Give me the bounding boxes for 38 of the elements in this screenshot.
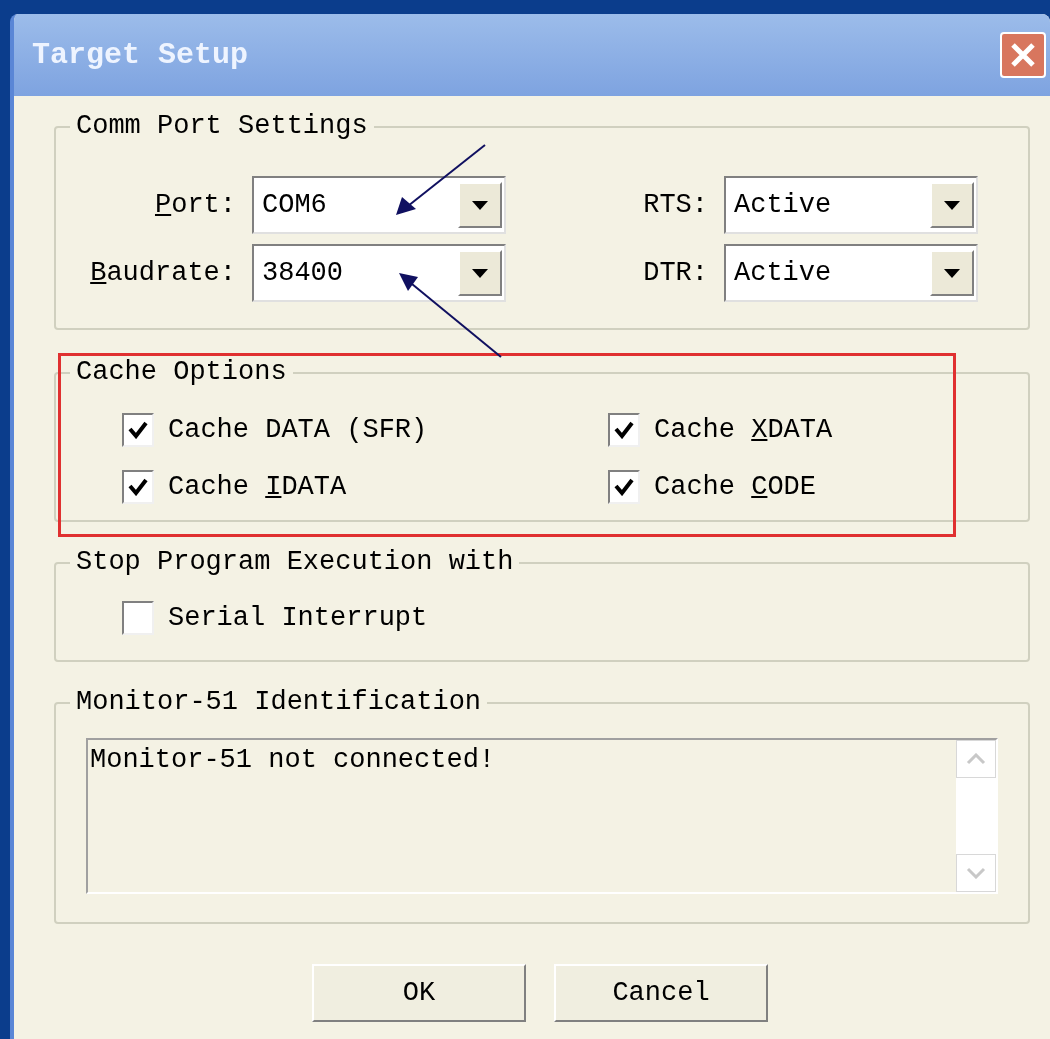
chevron-down-icon	[966, 867, 986, 879]
close-icon	[1010, 42, 1036, 68]
dropdown-arrow-button[interactable]	[458, 250, 502, 296]
caret-down-icon	[472, 268, 488, 278]
caret-down-icon	[944, 268, 960, 278]
chevron-up-icon	[966, 753, 986, 765]
checkmark-icon	[128, 477, 148, 496]
text-area[interactable]: Monitor-51 not connected!	[86, 738, 998, 894]
caret-down-icon	[472, 200, 488, 210]
dropdown[interactable]: Active	[724, 244, 978, 302]
dropdown[interactable]: COM6	[252, 176, 506, 234]
window-title: Target Setup	[32, 36, 249, 74]
dropdown[interactable]: 38400	[252, 244, 506, 302]
field-label: DTR:	[643, 256, 708, 290]
checkbox-label[interactable]: Cache IDATA	[168, 466, 347, 507]
field-label: Baudrate:	[90, 256, 236, 290]
checkbox[interactable]	[608, 413, 640, 448]
checkmark-icon	[128, 421, 148, 440]
checkbox-label[interactable]: Cache XDATA	[654, 410, 833, 451]
field-label: Port:	[155, 188, 236, 222]
checkbox[interactable]	[122, 469, 154, 504]
checkbox[interactable]	[122, 601, 154, 636]
caret-down-icon	[944, 200, 960, 210]
checkbox[interactable]	[608, 469, 640, 504]
checkbox-label[interactable]: Cache CODE	[654, 466, 817, 507]
dropdown-arrow-button[interactable]	[930, 250, 974, 296]
dialog-button[interactable]: Cancel	[554, 964, 768, 1022]
checkbox-label[interactable]: Serial Interrupt	[168, 598, 428, 639]
dropdown-arrow-button[interactable]	[458, 182, 502, 228]
close-button[interactable]	[1000, 32, 1046, 78]
dropdown[interactable]: Active	[724, 176, 978, 234]
dialog-button[interactable]: OK	[312, 964, 526, 1022]
field-label: RTS:	[643, 188, 708, 222]
checkbox[interactable]	[122, 413, 154, 448]
checkmark-icon	[614, 421, 634, 440]
checkmark-icon	[614, 477, 634, 496]
dropdown-arrow-button[interactable]	[930, 182, 974, 228]
checkbox-label[interactable]: Cache DATA (SFR)	[168, 410, 428, 451]
